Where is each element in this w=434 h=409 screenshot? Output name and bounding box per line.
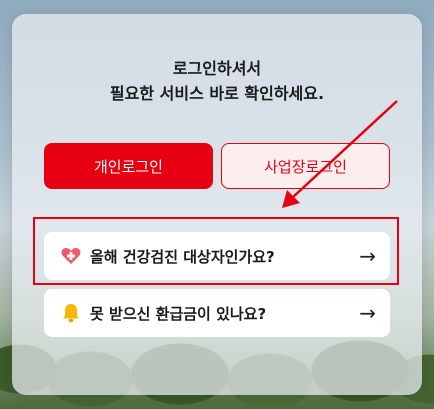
bell-icon (60, 302, 82, 324)
arrow-right-icon: → (359, 301, 376, 325)
refund-label: 못 받으신 환급금이 있나요? (90, 304, 267, 323)
headline-line-2: 필요한 서비스 바로 확인하세요. (109, 84, 325, 103)
business-login-button[interactable]: 사업장로그인 (221, 143, 390, 189)
login-headline: 로그인하셔서 필요한 서비스 바로 확인하세요. (12, 56, 422, 106)
headline-line-1: 로그인하셔서 (172, 59, 262, 78)
annotation-highlight-box (33, 217, 399, 285)
refund-card[interactable]: 못 받으신 환급금이 있나요? → (44, 289, 390, 337)
personal-login-button[interactable]: 개인로그인 (44, 143, 213, 189)
